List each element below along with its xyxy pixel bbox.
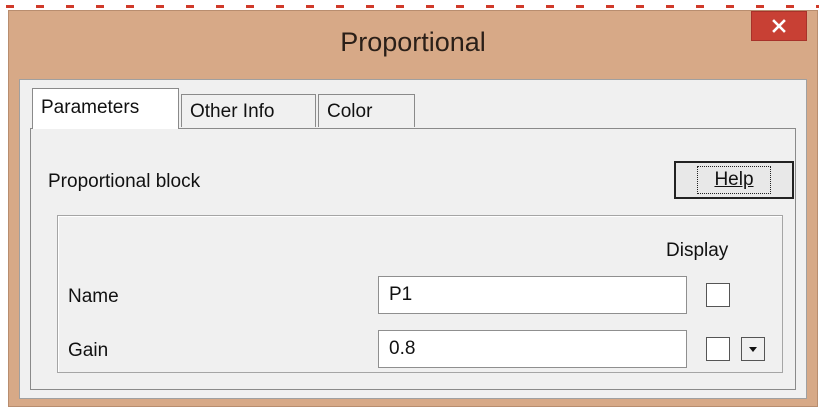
strip-dash: [216, 5, 224, 8]
tab-parameters[interactable]: Parameters: [32, 88, 179, 129]
strip-dash: [366, 5, 374, 8]
name-field[interactable]: [378, 276, 687, 314]
strip-dash: [336, 5, 344, 8]
help-button[interactable]: Help: [674, 161, 794, 199]
title-bar[interactable]: Proportional: [9, 11, 817, 79]
strip-dash: [636, 5, 644, 8]
gain-display-checkbox[interactable]: [706, 337, 730, 361]
strip-dash: [306, 5, 314, 8]
strip-dash: [576, 5, 584, 8]
block-description: Proportional block: [48, 171, 201, 192]
strip-dash: [96, 5, 104, 8]
gain-label: Gain: [68, 340, 109, 361]
close-icon: [772, 19, 786, 33]
strip-dash: [276, 5, 284, 8]
chevron-down-icon: [749, 347, 757, 352]
gain-field[interactable]: [378, 330, 687, 368]
strip-dash: [426, 5, 434, 8]
strip-dash: [456, 5, 464, 8]
strip-dash: [786, 5, 794, 8]
strip-dash: [36, 5, 44, 8]
window-title: Proportional: [340, 27, 486, 57]
dialog-window: Proportional Parameters Other Info Color…: [8, 10, 818, 407]
help-button-label: Help: [714, 169, 754, 190]
strip-dash: [546, 5, 554, 8]
strip-dash: [6, 5, 14, 8]
focus-rectangle: Help: [697, 166, 771, 194]
strip-dash: [696, 5, 704, 8]
close-button[interactable]: [751, 11, 807, 41]
gain-dropdown-button[interactable]: [741, 337, 765, 361]
strip-dash: [666, 5, 674, 8]
strip-dash: [606, 5, 614, 8]
tab-color[interactable]: Color: [318, 94, 415, 127]
strip-dash: [246, 5, 254, 8]
strip-dash: [516, 5, 524, 8]
strip-dash: [126, 5, 134, 8]
name-display-checkbox[interactable]: [706, 283, 730, 307]
strip-dash: [726, 5, 734, 8]
strip-dash: [186, 5, 194, 8]
strip-dash: [486, 5, 494, 8]
tab-other-info[interactable]: Other Info: [181, 94, 316, 127]
display-column-header: Display: [666, 240, 729, 261]
strip-dash: [396, 5, 404, 8]
name-label: Name: [68, 286, 119, 307]
strip-dash: [156, 5, 164, 8]
strip-dash: [66, 5, 74, 8]
dialog-client-area: Parameters Other Info Color Proportional…: [19, 79, 807, 399]
strip-dash: [756, 5, 764, 8]
